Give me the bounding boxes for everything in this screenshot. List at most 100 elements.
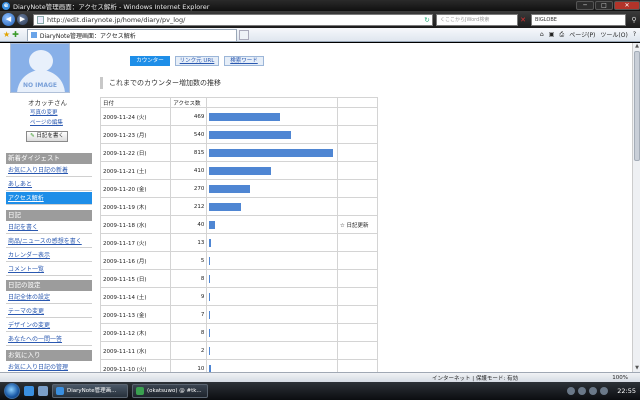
sidebar-item-review[interactable]: 商品/ニュースの感想を書く	[6, 235, 92, 248]
sidebar-item-comments[interactable]: コメント一覧	[6, 263, 92, 276]
sidebar-item-diary-settings[interactable]: 日記全体の設定	[6, 291, 92, 304]
tray-shield-icon[interactable]	[600, 387, 609, 395]
stop-icon[interactable]: ✕	[518, 16, 528, 24]
row-bar-cell	[206, 107, 338, 126]
row-bar-cell	[206, 269, 338, 288]
ie-task-icon	[56, 387, 64, 395]
row-note	[336, 233, 379, 252]
table-row: 2009-11-11 (水) 2	[99, 341, 379, 360]
scroll-down-icon[interactable]: ▼	[633, 365, 640, 372]
sidebar-item-write-diary[interactable]: 日記を書く	[6, 221, 92, 234]
chart-bar	[209, 329, 211, 337]
write-diary-button[interactable]: ✎ 日記を書く	[26, 131, 68, 142]
row-date: 2009-11-10 (火)	[99, 359, 172, 372]
browser-tab[interactable]: DiaryNote管理画面：アクセス解析	[26, 28, 237, 41]
col-date-header: 日付	[99, 97, 172, 108]
sidebar-item-footprints[interactable]: あしあと	[6, 178, 92, 191]
tray-network-icon[interactable]	[567, 387, 576, 395]
taskbar-item-chat[interactable]: (okatsuwo) @ #tk...	[132, 384, 208, 398]
chart-bar	[209, 131, 292, 139]
row-note	[336, 179, 379, 198]
scroll-up-icon[interactable]: ▲	[633, 43, 640, 50]
table-row: 2009-11-13 (金) 7	[99, 305, 379, 324]
edit-page-link[interactable]: ページの編集	[30, 118, 63, 126]
zoom-level[interactable]: 100%	[612, 375, 640, 381]
section-favorites: お気に入り	[6, 350, 92, 361]
jword-search-input[interactable]: くここからJWord検索	[436, 13, 518, 26]
row-count: 5	[170, 251, 208, 270]
maximize-button[interactable]: □	[595, 1, 613, 10]
row-bar-cell	[206, 359, 338, 372]
row-bar-cell	[206, 197, 338, 216]
row-note	[336, 143, 379, 162]
sidebar-item-theme[interactable]: テーマの変更	[6, 305, 92, 318]
table-row: 2009-11-24 (火) 469	[99, 107, 379, 126]
tab-referrer-url[interactable]: リンク元 URL	[175, 56, 219, 66]
tab-search-words[interactable]: 検索ワード	[224, 56, 264, 66]
table-row: 2009-11-23 (月) 540	[99, 125, 379, 144]
sidebar: NO IMAGE オカッチさん 写真の変更 ページの編集 ✎ 日記を書く 新着ダ…	[6, 43, 92, 372]
sidebar-item-calendar[interactable]: カレンダー表示	[6, 249, 92, 262]
row-bar-cell	[206, 341, 338, 360]
row-date: 2009-11-24 (火)	[99, 107, 172, 126]
table-row: 2009-11-17 (火) 13	[99, 233, 379, 252]
pencil-icon: ✎	[30, 133, 35, 139]
vertical-scrollbar[interactable]: ▲ ▼	[632, 43, 640, 372]
start-button[interactable]	[4, 383, 20, 399]
row-date: 2009-11-21 (土)	[99, 161, 172, 180]
forward-button[interactable]: ▶	[17, 14, 28, 25]
taskbar-item-ie-label: DiaryNote管理画...	[67, 388, 117, 394]
write-diary-label: 日記を書く	[36, 133, 64, 139]
add-favorite-icon[interactable]: ✚	[12, 30, 19, 39]
back-button[interactable]: ◀	[2, 13, 15, 26]
tray-volume-icon[interactable]	[578, 387, 587, 395]
section-diary: 日記	[6, 210, 92, 221]
quicklaunch-desktop-icon[interactable]	[38, 386, 48, 396]
sidebar-item-access-analysis[interactable]: アクセス解析	[6, 192, 92, 205]
sidebar-item-manage-favorites[interactable]: お気に入り日記の管理	[6, 361, 92, 372]
scrollbar-thumb[interactable]	[634, 51, 640, 161]
home-icon[interactable]: ⌂	[540, 31, 544, 38]
window-title: DiaryNote管理画面：アクセス解析 - Windows Internet …	[13, 2, 210, 11]
search-icon[interactable]: ⚲	[628, 16, 640, 24]
chart-bar	[209, 347, 211, 355]
help-icon[interactable]: ?	[633, 31, 636, 38]
feeds-icon[interactable]: ▣	[549, 31, 555, 38]
sidebar-item-favorites-new[interactable]: お気に入り日記の新着	[6, 164, 92, 177]
new-tab-button[interactable]	[238, 29, 249, 40]
tools-menu[interactable]: ツール(O)	[600, 30, 627, 39]
taskbar-item-ie[interactable]: DiaryNote管理画...	[52, 384, 128, 398]
close-button[interactable]: ✕	[614, 1, 640, 10]
col-bar-header	[206, 97, 338, 108]
row-bar-cell	[206, 287, 338, 306]
chart-bar	[209, 257, 211, 265]
row-count: 13	[170, 233, 208, 252]
minimize-button[interactable]: ─	[576, 1, 594, 10]
chart-bar	[209, 365, 212, 372]
table-row: 2009-11-10 (火) 10	[99, 359, 379, 372]
chart-bar	[209, 113, 281, 121]
row-date: 2009-11-23 (月)	[99, 125, 172, 144]
row-bar-cell	[206, 251, 338, 270]
tray-ime-icon[interactable]	[589, 387, 598, 395]
sidebar-item-qa[interactable]: あなたへの一問一答	[6, 333, 92, 346]
print-icon[interactable]: ⎙	[559, 31, 564, 39]
change-photo-link[interactable]: 写真の変更	[30, 108, 58, 116]
table-row: 2009-11-18 (水) 40 ☆ 日記更新	[99, 215, 379, 234]
page-menu[interactable]: ページ(P)	[569, 30, 595, 39]
sidebar-item-design[interactable]: デザインの変更	[6, 319, 92, 332]
row-note	[336, 269, 379, 288]
col-note-header	[336, 97, 379, 108]
clock[interactable]: 22:55	[617, 387, 636, 395]
favorites-star-icon[interactable]: ★	[3, 30, 10, 39]
chart-bar	[209, 185, 251, 193]
chart-body: 2009-11-24 (火) 469 2009-11-23 (月) 540 2009-1…	[99, 107, 379, 372]
search-input[interactable]: BIGLOBE	[531, 13, 626, 26]
quicklaunch-ie-icon[interactable]	[24, 386, 34, 396]
address-bar[interactable]: http://edit.diarynote.jp/home/diary/pv_l…	[33, 13, 433, 26]
row-date: 2009-11-18 (水)	[99, 215, 172, 234]
tab-counter[interactable]: カウンター	[130, 56, 170, 66]
refresh-icon[interactable]: ↻	[422, 16, 432, 24]
tab-favicon-icon	[30, 32, 37, 38]
row-bar-cell	[206, 215, 338, 234]
